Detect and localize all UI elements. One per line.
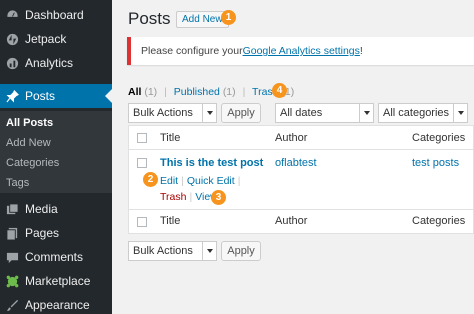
sidebar-item-label: Appearance <box>25 298 90 312</box>
column-footer-categories: Categories <box>412 215 466 227</box>
sidebar-item-label: Analytics <box>25 56 74 70</box>
bulk-actions-value: Bulk Actions <box>133 245 193 257</box>
quick-edit-link[interactable]: Quick Edit <box>187 175 235 187</box>
apply-button[interactable]: Apply <box>221 103 261 123</box>
filter-separator: | <box>164 86 167 98</box>
sidebar-item-label: Jetpack <box>25 32 67 46</box>
column-footer-author: Author <box>275 215 308 227</box>
bulk-actions-value: Bulk Actions <box>133 107 193 119</box>
callout-badge: 4 <box>272 83 287 98</box>
chevron-down-icon <box>359 104 373 122</box>
posts-submenu: All Posts Add New Categories Tags <box>0 111 112 193</box>
sidebar-item-jetpack[interactable]: Jetpack <box>0 27 112 51</box>
action-separator: | <box>181 175 184 187</box>
dates-filter-select[interactable]: All dates <box>275 103 374 123</box>
sidebar-item-label: Media <box>25 202 58 216</box>
pin-icon <box>5 89 19 103</box>
category-link[interactable]: test posts <box>412 157 459 169</box>
callout-badge: 1 <box>221 10 236 25</box>
chevron-down-icon <box>453 104 467 122</box>
sidebar-item-label: Pages <box>25 226 60 240</box>
categories-filter-select[interactable]: All categories <box>378 103 468 123</box>
divider <box>129 209 474 210</box>
action-separator: | <box>237 175 241 187</box>
row-checkbox[interactable] <box>137 158 147 168</box>
submenu-all-posts[interactable]: All Posts <box>6 117 53 129</box>
column-header-author: Author <box>275 132 308 144</box>
row-actions: Edit | Quick Edit | <box>160 175 243 187</box>
dates-filter-value: All dates <box>280 107 323 119</box>
comments-icon <box>5 250 19 264</box>
posts-table: Title Author Categories This is the test… <box>128 125 474 234</box>
marketplace-icon <box>5 274 19 288</box>
column-header-categories: Categories <box>412 132 466 144</box>
callout-badge: 3 <box>211 190 226 205</box>
submenu-categories[interactable]: Categories <box>6 157 59 169</box>
categories-filter-value: All categories <box>383 107 450 119</box>
sidebar-item-dashboard[interactable]: Dashboard <box>0 3 112 27</box>
status-filters: All (1) | Published (1) | Trash (1) <box>128 86 294 98</box>
edit-link[interactable]: Edit <box>160 175 178 187</box>
trash-link[interactable]: Trash <box>160 191 186 203</box>
analytics-icon <box>5 56 19 70</box>
submenu-add-new[interactable]: Add New <box>6 137 51 149</box>
chevron-down-icon <box>202 242 216 260</box>
action-separator: | <box>189 191 193 203</box>
sidebar-item-analytics[interactable]: Analytics <box>0 51 112 75</box>
sidebar-item-comments[interactable]: Comments <box>0 245 112 269</box>
sidebar-item-marketplace[interactable]: Marketplace <box>0 269 112 293</box>
submenu-tags[interactable]: Tags <box>6 177 29 189</box>
notice-text: Please configure your <box>141 45 243 57</box>
select-all-checkbox[interactable] <box>137 133 147 143</box>
divider <box>129 149 474 150</box>
author-link[interactable]: oflabtest <box>275 157 317 169</box>
bulk-actions-select[interactable]: Bulk Actions <box>128 103 217 123</box>
admin-sidebar: Dashboard Jetpack Analytics Posts All Po… <box>0 0 112 314</box>
jetpack-icon <box>5 32 19 46</box>
filter-all-count: (1) <box>144 86 158 98</box>
row-actions: Trash | View <box>160 191 218 203</box>
column-header-title[interactable]: Title <box>160 132 180 144</box>
analytics-settings-link[interactable]: Google Analytics settings <box>243 45 360 57</box>
analytics-notice: Please configure your Google Analytics s… <box>127 37 474 65</box>
sidebar-item-appearance[interactable]: Appearance <box>0 293 112 314</box>
sidebar-item-label: Posts <box>25 89 56 103</box>
sidebar-item-label: Dashboard <box>25 8 84 22</box>
filter-published[interactable]: Published <box>174 86 220 98</box>
sidebar-item-pages[interactable]: Pages <box>0 221 112 245</box>
filter-separator: | <box>242 86 246 98</box>
bulk-actions-select-bottom[interactable]: Bulk Actions <box>128 241 217 261</box>
pages-icon <box>5 226 19 240</box>
sidebar-item-posts[interactable]: Posts <box>0 84 112 108</box>
callout-badge: 2 <box>143 172 158 187</box>
column-footer-title[interactable]: Title <box>160 215 180 227</box>
notice-suffix: ! <box>359 45 363 57</box>
post-title-link[interactable]: This is the test post <box>160 157 263 169</box>
filter-all[interactable]: All <box>128 86 141 98</box>
media-icon <box>5 202 19 216</box>
dashboard-icon <box>5 8 19 22</box>
appearance-icon <box>5 298 19 312</box>
select-all-checkbox-bottom[interactable] <box>137 217 147 227</box>
filter-published-count: (1) <box>222 86 236 98</box>
chevron-down-icon <box>202 104 216 122</box>
sidebar-item-label: Marketplace <box>25 274 91 288</box>
page-title: Posts <box>128 9 171 28</box>
apply-button-bottom[interactable]: Apply <box>221 241 261 261</box>
sidebar-item-media[interactable]: Media <box>0 197 112 221</box>
sidebar-item-label: Comments <box>25 250 84 264</box>
